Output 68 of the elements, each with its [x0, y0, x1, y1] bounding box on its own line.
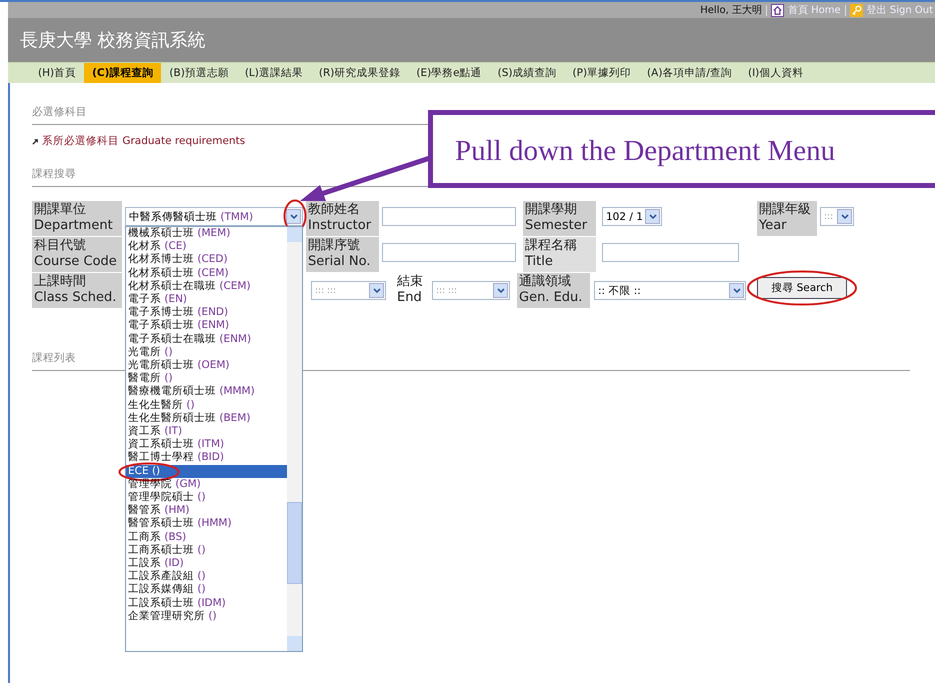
department-option[interactable]: 醫電所 ()	[126, 372, 287, 386]
department-option[interactable]: 生化生醫所碩士班 (BEM)	[126, 412, 287, 426]
section-heading: 課程搜尋	[32, 167, 77, 181]
arrow-icon	[32, 138, 39, 144]
nav-tab[interactable]: (B)預選志願	[161, 63, 237, 83]
serial-no-label: 開課序號 Serial No.	[306, 237, 379, 272]
department-option[interactable]: 工商系 (BS)	[126, 530, 287, 544]
nav-tab[interactable]: (H)首頁	[30, 63, 84, 83]
department-option[interactable]: 電子系碩士在職班 (ENM)	[126, 332, 287, 346]
scrollbar[interactable]	[287, 227, 302, 651]
nav-tab[interactable]: (R)研究成果登錄	[310, 63, 408, 83]
nav-tab[interactable]: (L)選課結果	[236, 63, 311, 83]
serial-no-field[interactable]	[382, 243, 516, 262]
department-select[interactable]: 中醫系傳醫碩士班 (TMM)	[125, 207, 303, 226]
instructor-label: 教師姓名 Instructor	[306, 201, 379, 236]
department-option[interactable]: 化材系博士班 (CED)	[126, 253, 287, 267]
nav-tab[interactable]: (C)課程查詢	[84, 63, 162, 83]
nav-tab[interactable]: (A)各項申請/查詢	[639, 63, 740, 83]
instructor-field[interactable]	[382, 207, 516, 226]
semester-select[interactable]: 102 / 1	[602, 207, 662, 226]
semester-label: 開課學期 Semester	[523, 201, 596, 236]
key-icon	[850, 4, 863, 16]
nav-tab[interactable]: (S)成績查詢	[490, 63, 565, 83]
department-option[interactable]: 工設系媒傳組 ()	[126, 583, 287, 597]
nav-tab[interactable]: (E)學務e點通	[408, 63, 490, 83]
year-label: 開課年級 Year	[757, 201, 817, 236]
department-option[interactable]: 光電所 ()	[126, 346, 287, 360]
department-option[interactable]: 資工系碩士班 (ITM)	[126, 438, 287, 452]
greeting-text: Hello, 王大明	[700, 4, 762, 17]
department-option[interactable]: 生化生醫所 ()	[126, 398, 287, 412]
department-option[interactable]: 化材系碩士在職班 (CEM)	[126, 280, 287, 294]
house-icon	[770, 4, 784, 16]
gen-edu-select[interactable]: :: 不限 ::	[594, 281, 746, 300]
course-code-label: 科目代號 Course Code	[32, 237, 122, 272]
section-heading: 必選修科目	[32, 105, 88, 119]
department-option[interactable]: 醫工博士學程 (BID)	[126, 451, 287, 465]
department-option[interactable]: 醫管系碩士班 (HMM)	[126, 517, 287, 531]
end-label: 結束 End	[396, 273, 424, 307]
callout-box: Pull down the Department Menu	[428, 110, 935, 188]
department-option[interactable]: 機械系碩士班 (MEM)	[126, 227, 287, 240]
department-option[interactable]: 電子系 (EN)	[126, 293, 287, 306]
department-option[interactable]: 工設系 (ID)	[126, 557, 287, 570]
department-option[interactable]: 化材系碩士班 (CEM)	[126, 266, 287, 280]
department-option[interactable]: 化材系 (CE)	[126, 240, 287, 254]
department-option[interactable]: 管理學院 (GM)	[126, 478, 287, 492]
department-option[interactable]: 工設系碩士班 (IDM)	[126, 596, 287, 610]
nav-tab[interactable]: (P)單據列印	[564, 63, 640, 83]
title-field[interactable]	[602, 243, 739, 262]
graduate-requirements-link[interactable]: 系所必選修科目 Graduate requirements	[42, 134, 246, 148]
department-option[interactable]: 管理學院碩士 ()	[126, 491, 287, 504]
department-option[interactable]: 電子系博士班 (END)	[126, 306, 287, 320]
department-option[interactable]: 工商系碩士班 ()	[126, 544, 287, 558]
gen-edu-label: 通識領域 Gen. Edu.	[517, 273, 590, 308]
department-label: 開課單位 Department	[32, 201, 122, 236]
nav-tab[interactable]: (I)個人資料	[740, 63, 812, 83]
site-title: 長庚大學 校務資訊系統	[19, 29, 207, 52]
department-option[interactable]: 企業管理研究所 ()	[126, 610, 287, 624]
department-option[interactable]: 醫管系 (HM)	[126, 504, 287, 518]
search-button[interactable]: 搜尋 Search	[757, 277, 847, 299]
department-option[interactable]: 電子系碩士班 (ENM)	[126, 319, 287, 333]
class-schedule-label: 上課時間 Class Sched.	[32, 273, 122, 308]
department-option[interactable]: 資工系 (IT)	[126, 425, 287, 438]
title-label: 課程名稱 Title	[523, 237, 596, 272]
department-option[interactable]: 醫療機電所碩士班 (MMM)	[126, 385, 287, 399]
section-heading: 課程列表	[32, 351, 76, 365]
department-option[interactable]: ECE ()	[126, 464, 287, 478]
department-option[interactable]: 光電所碩士班 (OEM)	[126, 359, 287, 372]
department-option[interactable]: 工設系產設組 ()	[126, 570, 287, 584]
